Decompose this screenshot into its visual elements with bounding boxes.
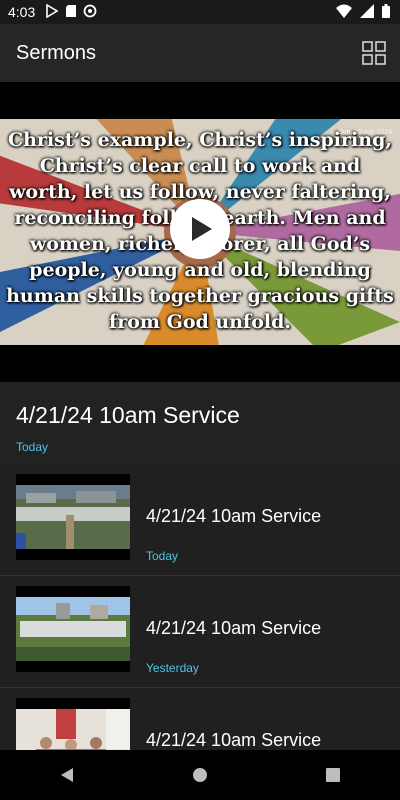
home-icon (192, 768, 207, 782)
play-icon (192, 217, 212, 241)
recents-button[interactable] (313, 755, 353, 795)
status-bar: 4:03 (0, 0, 400, 24)
list-item-title: 4/21/24 10am Service (146, 506, 322, 526)
current-sermon-title: 4/21/24 10am Service (16, 402, 240, 428)
page-title: Sermons (16, 41, 97, 64)
play-button[interactable] (170, 199, 230, 259)
play-store-icon (45, 3, 59, 21)
sync-icon (83, 4, 97, 21)
thumbnail-image (16, 597, 130, 661)
thumbnail-image (16, 485, 130, 549)
list-item-date: Yesterday (146, 661, 199, 675)
video-date-stamp: Sun, 28 Apr 2024 (337, 129, 392, 136)
system-nav-bar (0, 750, 400, 800)
grid-view-button[interactable] (362, 41, 386, 65)
home-button[interactable] (180, 755, 220, 795)
sermon-list[interactable]: 4/21/24 10am Service Today 4/21/24 10am … (0, 464, 400, 750)
list-item-title: 4/21/24 10am Service (146, 730, 322, 750)
current-sermon-date: Today (16, 440, 49, 454)
sermon-thumbnail (16, 586, 130, 672)
current-sermon-header: 4/21/24 10am Service Today (0, 382, 400, 464)
grid-view-icon (362, 41, 386, 65)
app-bar: Sermons (0, 24, 400, 82)
recents-icon (326, 768, 341, 782)
wifi-icon (336, 4, 352, 21)
signal-icon (360, 4, 374, 21)
video-player[interactable]: Christ’s example, Christ’s inspiring, Ch… (0, 82, 400, 382)
back-button[interactable] (47, 755, 87, 795)
list-item-date: Today (146, 549, 179, 563)
battery-icon (382, 4, 390, 21)
list-item[interactable]: 4/21/24 10am Service Today (0, 464, 400, 576)
sermon-thumbnail (16, 698, 130, 750)
sermon-thumbnail (16, 474, 130, 560)
status-time: 4:03 (8, 4, 36, 20)
list-item-title: 4/21/24 10am Service (146, 618, 322, 638)
list-item[interactable]: 4/21/24 10am Service (0, 688, 400, 750)
sd-card-icon (65, 4, 77, 21)
video-frame: Christ’s example, Christ’s inspiring, Ch… (0, 119, 400, 345)
list-item[interactable]: 4/21/24 10am Service Yesterday (0, 576, 400, 688)
back-icon (60, 768, 73, 782)
thumbnail-image (16, 709, 130, 750)
